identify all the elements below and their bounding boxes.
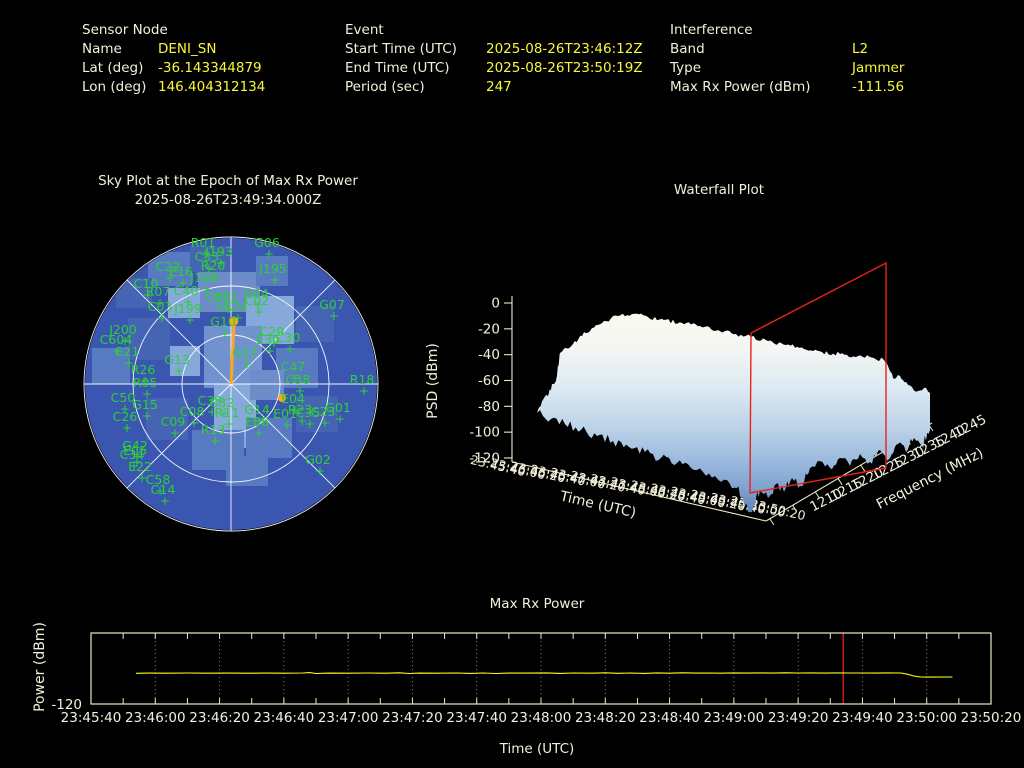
- satellite-label-C03: C03: [148, 299, 173, 314]
- psd-tick-label: -20: [478, 321, 500, 337]
- satellite-label-E08: E08: [245, 414, 269, 429]
- power-xtick-label: 23:46:40: [254, 710, 315, 726]
- psd-tick-label: -60: [478, 373, 500, 389]
- freq-tick: [861, 465, 865, 471]
- power-xtick-label: 23:48:20: [575, 710, 636, 726]
- satellite-label-C09: C09: [161, 414, 186, 429]
- power-xtick-label: 23:50:00: [896, 710, 957, 726]
- satellite-label-C26: C26: [113, 409, 138, 424]
- satellite-label-C21: C21: [115, 344, 140, 359]
- satellite-label-C40: C40: [174, 283, 199, 298]
- psd-tick-label: -80: [478, 399, 500, 415]
- satellite-label-R13: R13: [201, 422, 226, 437]
- satellite-label-G02: G02: [305, 452, 331, 467]
- interference-dashboard: { "header": { "sensor": { "title": "Sens…: [0, 0, 1024, 768]
- power-xtick-label: 23:48:40: [639, 710, 700, 726]
- power-time-series-plot: 23:45:4023:46:0023:46:2023:46:4023:47:00…: [61, 633, 1022, 726]
- satellite-label-R05: R05: [133, 375, 158, 390]
- charts-canvas: +R01+G06+J193+C33+R20+C22+E16+J196+J195+…: [0, 0, 1024, 768]
- satellite-label-G01: G01: [325, 400, 351, 415]
- satellite-label-R07: R07: [146, 284, 171, 299]
- power-xtick-label: 23:47:40: [446, 710, 507, 726]
- satellite-label-G07: G07: [319, 297, 345, 312]
- satellite-label-J195: J195: [258, 261, 287, 276]
- power-xtick-label: 23:47:00: [318, 710, 379, 726]
- power-xtick-label: 23:50:20: [961, 710, 1022, 726]
- psd-tick-label: -40: [478, 347, 500, 363]
- power-xtick-label: 23:46:00: [125, 710, 186, 726]
- psd-tick-label: -100: [469, 425, 500, 441]
- freq-tick: [770, 519, 774, 525]
- psd-tick-label: 0: [491, 296, 500, 312]
- freq-tick-label: 1245: [951, 412, 989, 442]
- satellite-label-C02: C02: [245, 293, 270, 308]
- satellite-label-C14: C14: [151, 482, 176, 497]
- satellite-label-E24: E24: [224, 299, 248, 314]
- sky-heat-patch: [226, 456, 268, 486]
- power-series-line: [136, 673, 952, 678]
- power-xtick-label: 23:49:00: [704, 710, 765, 726]
- power-xtick-label: 23:49:20: [768, 710, 829, 726]
- satellite-label-E04: E04: [281, 391, 305, 406]
- sky-plot: +R01+G06+J193+C33+R20+C22+E16+J196+J195+…: [84, 235, 378, 531]
- power-xtick-label: 23:45:40: [61, 710, 122, 726]
- satellite-label-C30: C30: [276, 330, 301, 345]
- power-xtick-label: 23:48:00: [511, 710, 572, 726]
- power-xtick-label: 23:46:20: [189, 710, 250, 726]
- satellite-label-G10: G10: [210, 314, 236, 329]
- satellite-label-G17: G17: [232, 345, 258, 360]
- satellite-label-R11: R11: [215, 405, 240, 420]
- satellite-label-J199: J199: [173, 301, 202, 316]
- power-xtick-label: 23:49:40: [832, 710, 893, 726]
- satellite-label-G06: G06: [254, 235, 280, 250]
- satellite-label-R18: R18: [350, 372, 375, 387]
- power-xtick-label: 23:47:20: [382, 710, 443, 726]
- satellite-label-G13: G13: [164, 352, 190, 367]
- satellite-label-C38: C38: [286, 372, 311, 387]
- waterfall-plot: 0-20-40-60-80-100-1201210121512201225123…: [469, 263, 989, 525]
